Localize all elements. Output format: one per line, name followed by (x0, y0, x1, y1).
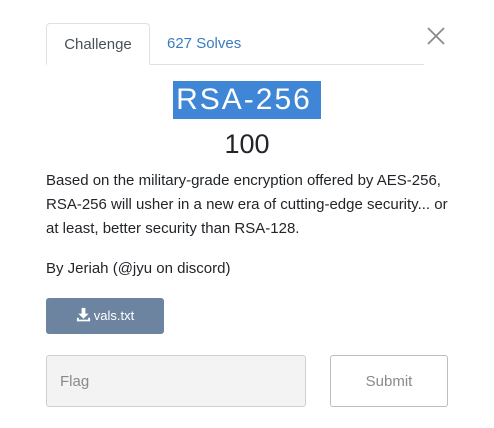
file-download-button[interactable]: vals.txt (46, 298, 164, 334)
challenge-title-wrap: RSA-256 (0, 81, 494, 119)
download-icon (76, 307, 90, 322)
tab-challenge[interactable]: Challenge (46, 23, 150, 65)
challenge-description: Based on the military-grade encryption o… (46, 172, 448, 237)
close-icon (427, 27, 445, 45)
challenge-title: RSA-256 (173, 81, 321, 119)
challenge-tabs: Challenge 627 Solves (46, 23, 424, 65)
tab-solves-label: 627 Solves (167, 35, 242, 52)
submit-button[interactable]: Submit (330, 355, 448, 407)
flag-input[interactable] (46, 355, 306, 407)
tab-solves[interactable]: 627 Solves (151, 23, 257, 65)
close-button[interactable] (425, 25, 447, 47)
challenge-author: By Jeriah (@jyu on discord) (46, 260, 231, 277)
challenge-points: 100 (224, 129, 270, 159)
tab-challenge-label: Challenge (64, 36, 132, 53)
file-download-label: vals.txt (93, 308, 135, 323)
challenge-modal: Challenge 627 Solves RSA-256 100 Based o… (0, 0, 494, 428)
